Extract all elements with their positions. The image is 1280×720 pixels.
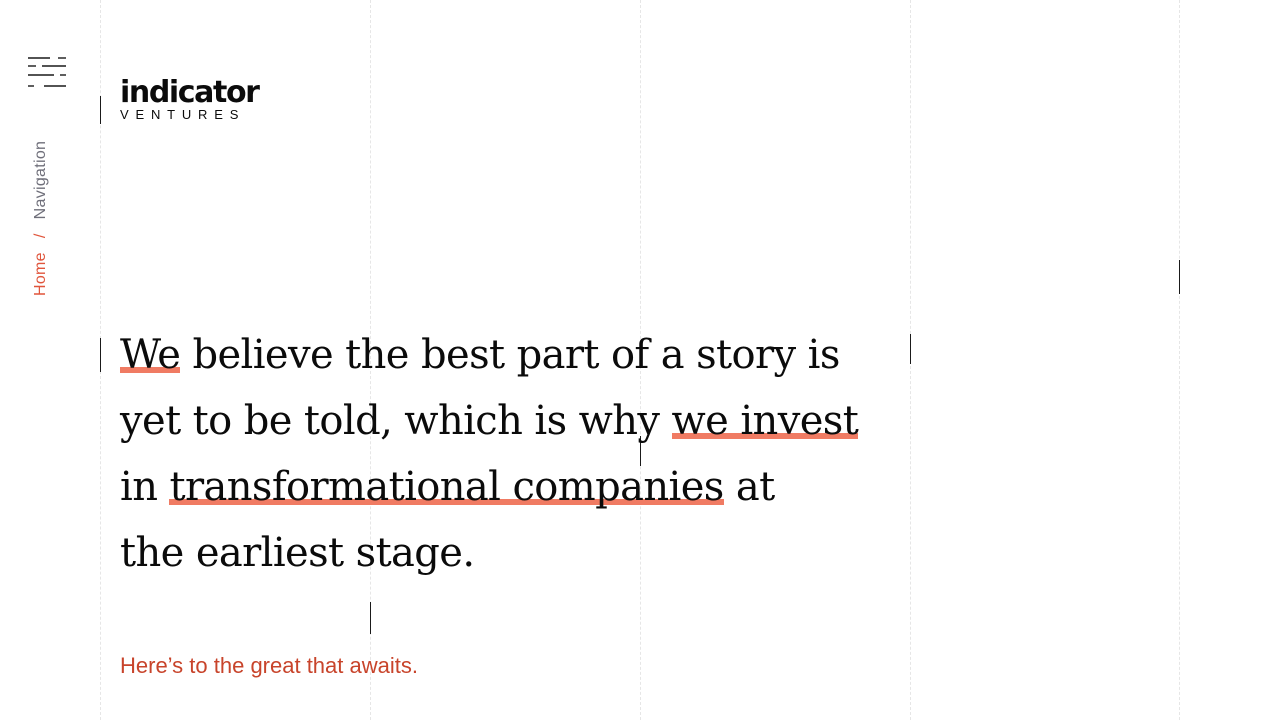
grid-accent bbox=[1179, 260, 1180, 294]
menu-lines-icon-graphic bbox=[28, 57, 66, 87]
breadcrumb-home-link[interactable]: Home bbox=[32, 252, 50, 296]
grid-accent bbox=[100, 96, 101, 124]
logo-subtitle: VENTURES bbox=[120, 107, 246, 122]
headline-link-we-invest[interactable]: we invest bbox=[671, 398, 859, 444]
headline-line-3: in transformational companies at bbox=[120, 454, 880, 520]
headline-link-transformational-companies[interactable]: transformational companies bbox=[169, 464, 724, 510]
breadcrumb: Home / Navigation bbox=[32, 141, 50, 296]
headline-text: at bbox=[723, 464, 775, 510]
hero-headline: We believe the best part of a story is y… bbox=[120, 322, 880, 586]
grid-accent bbox=[910, 334, 911, 364]
breadcrumb-current: Navigation bbox=[32, 140, 49, 220]
headline-line-4: the earliest stage. bbox=[120, 520, 880, 586]
breadcrumb-separator: / bbox=[32, 233, 49, 239]
headline-line-1: We believe the best part of a story is bbox=[120, 322, 880, 388]
grid-accent bbox=[370, 602, 371, 634]
menu-lines-icon[interactable] bbox=[28, 56, 68, 88]
headline-text: yet to be told, which is why bbox=[120, 398, 672, 444]
grid-accent bbox=[100, 338, 101, 372]
headline-text: in bbox=[120, 464, 170, 510]
grid-line-5 bbox=[1179, 0, 1180, 720]
headline-link-we[interactable]: We bbox=[120, 332, 181, 378]
logo[interactable]: indicator VENTURES bbox=[120, 75, 260, 122]
headline-line-2: yet to be told, which is why we invest bbox=[120, 388, 880, 454]
headline-text: believe the best part of a story is bbox=[180, 332, 840, 378]
headline-text: the earliest stage. bbox=[120, 530, 475, 576]
logo-wordmark: indicator bbox=[120, 75, 260, 110]
tagline: Here’s to the great that awaits. bbox=[120, 653, 418, 678]
